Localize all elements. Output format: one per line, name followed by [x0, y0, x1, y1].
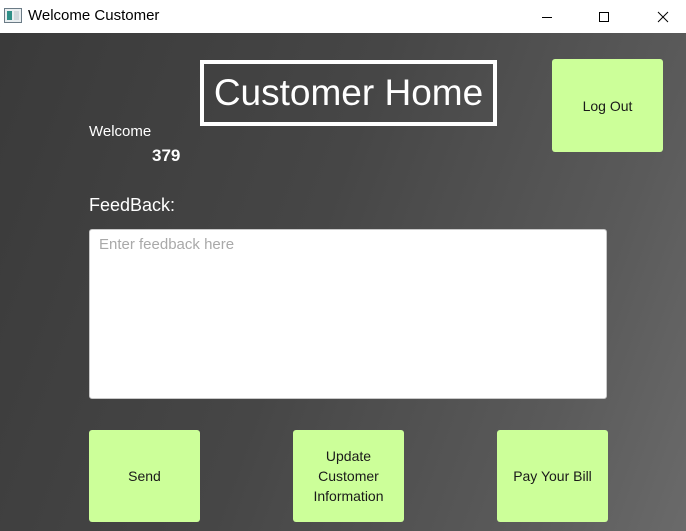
title-bar: Welcome Customer [0, 0, 686, 33]
update-customer-information-button[interactable]: Update Customer Information [293, 430, 404, 522]
welcome-label: Welcome [89, 123, 152, 140]
minimize-icon [542, 16, 552, 18]
maximize-button[interactable] [581, 0, 627, 33]
window-title: Welcome Customer [28, 7, 160, 24]
feedback-label: FeedBack: [89, 195, 176, 215]
send-button[interactable]: Send [89, 430, 200, 522]
customer-id: 379 [152, 146, 181, 165]
page-title: Customer Home [200, 60, 497, 126]
close-button[interactable] [640, 0, 686, 33]
minimize-button[interactable] [524, 0, 570, 33]
pay-your-bill-label: Pay Your Bill [513, 468, 592, 484]
app-icon [4, 8, 22, 23]
log-out-button[interactable]: Log Out [552, 59, 663, 152]
close-icon [657, 11, 669, 22]
customer-home-panel: Customer Home Log Out Welcome 379 FeedBa… [0, 33, 686, 531]
log-out-label: Log Out [582, 97, 633, 114]
pay-your-bill-button[interactable]: Pay Your Bill [497, 430, 608, 522]
send-label: Send [128, 468, 161, 484]
update-customer-information-label: Update Customer Information [313, 448, 384, 504]
feedback-input[interactable] [89, 229, 607, 399]
maximize-icon [599, 11, 609, 22]
